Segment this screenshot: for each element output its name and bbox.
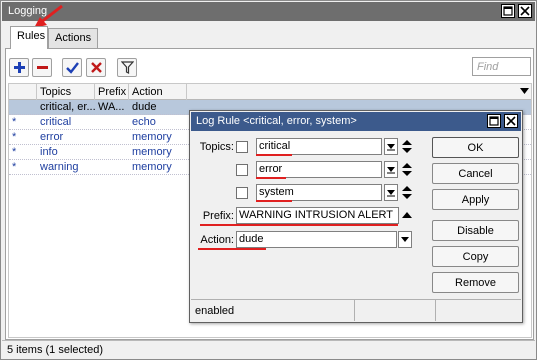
- column-header-topics[interactable]: Topics: [37, 84, 95, 100]
- tab-label: Rules: [17, 30, 46, 42]
- row-marker: *: [12, 161, 17, 173]
- prefix-field[interactable]: WARNING INTRUSION ALERT: [236, 207, 399, 224]
- tab-label: Actions: [55, 32, 92, 44]
- column-header-action[interactable]: Action: [129, 84, 187, 100]
- tab-bar: Rules Actions: [2, 4, 535, 49]
- row-prefix: [95, 160, 129, 175]
- x-icon: [90, 62, 102, 73]
- dialog-status: enabled: [195, 305, 235, 317]
- topics-checkbox[interactable]: [236, 141, 248, 153]
- tab-rules[interactable]: Rules: [10, 26, 48, 49]
- collapse-icon[interactable]: [401, 207, 413, 224]
- log-rule-dialog: Log Rule <critical, error, system> Topic…: [189, 110, 523, 323]
- annotation-underline: [200, 224, 398, 226]
- topics-field[interactable]: critical: [256, 138, 382, 155]
- row-topics: critical, er...: [40, 101, 95, 113]
- row-topics: warning: [40, 161, 79, 173]
- action-select[interactable]: dude: [236, 231, 397, 248]
- row-marker: *: [12, 146, 17, 158]
- column-menu-icon[interactable]: [520, 88, 529, 95]
- row-action: dude: [132, 101, 157, 113]
- action-label: Action:: [200, 234, 234, 246]
- status-divider: [435, 300, 436, 321]
- column-header-prefix[interactable]: Prefix: [95, 84, 129, 100]
- minus-icon: [36, 66, 48, 69]
- add-button[interactable]: [9, 58, 29, 77]
- dropdown-icon[interactable]: [398, 231, 412, 248]
- topics-field[interactable]: system: [256, 184, 382, 201]
- row-topics: info: [40, 146, 58, 158]
- topics-checkbox[interactable]: [236, 164, 248, 176]
- remove-button[interactable]: [32, 58, 52, 77]
- table-header: Topics Prefix Action: [9, 84, 531, 100]
- row-action: memory: [132, 146, 172, 158]
- cancel-button[interactable]: Cancel: [432, 163, 519, 184]
- topics-label: Topics:: [199, 141, 234, 153]
- dialog-maximize-icon[interactable]: [487, 114, 501, 128]
- row-topics: critical: [40, 116, 72, 128]
- copy-button[interactable]: Copy: [432, 246, 519, 267]
- plus-icon: [13, 62, 25, 73]
- column-header-marker[interactable]: [9, 84, 37, 100]
- filter-icon: [120, 61, 134, 74]
- up-down-icon[interactable]: [401, 184, 413, 201]
- dialog-titlebar[interactable]: Log Rule <critical, error, system>: [191, 112, 521, 131]
- dropdown-icon[interactable]: [384, 184, 398, 201]
- status-bar: 5 items (1 selected): [2, 340, 535, 359]
- dropdown-icon[interactable]: [384, 161, 398, 178]
- row-marker: *: [12, 131, 17, 143]
- annotation-underline: [256, 154, 292, 156]
- checkmark-icon: [65, 62, 79, 74]
- row-marker: [9, 100, 37, 115]
- row-action: memory: [132, 161, 172, 173]
- row-prefix: [95, 115, 129, 130]
- annotation-underline: [256, 200, 292, 202]
- dialog-close-icon[interactable]: [504, 114, 518, 128]
- dialog-status-bar: enabled: [191, 299, 521, 321]
- window-titlebar[interactable]: Logging: [2, 2, 535, 21]
- annotation-underline: [198, 248, 266, 250]
- up-down-icon[interactable]: [401, 138, 413, 155]
- filter-button[interactable]: [117, 58, 137, 77]
- status-divider: [354, 300, 355, 321]
- ok-button[interactable]: OK: [432, 137, 519, 158]
- annotation-underline: [256, 177, 286, 179]
- row-prefix: WA...: [98, 101, 125, 113]
- row-topics: error: [40, 131, 64, 143]
- row-action: memory: [132, 131, 172, 143]
- topics-checkbox[interactable]: [236, 187, 248, 199]
- maximize-icon[interactable]: [501, 4, 515, 18]
- disable-button[interactable]: [86, 58, 106, 77]
- row-prefix: [95, 145, 129, 160]
- enable-button[interactable]: [62, 58, 82, 77]
- dialog-title: Log Rule <critical, error, system>: [196, 115, 357, 127]
- close-icon[interactable]: [518, 4, 532, 18]
- prefix-label: Prefix:: [202, 210, 234, 222]
- remove-button[interactable]: Remove: [432, 272, 519, 293]
- apply-button[interactable]: Apply: [432, 189, 519, 210]
- find-input[interactable]: Find: [472, 57, 531, 76]
- row-prefix: [95, 130, 129, 145]
- dropdown-icon[interactable]: [384, 138, 398, 155]
- topics-field[interactable]: error: [256, 161, 382, 178]
- up-down-icon[interactable]: [401, 161, 413, 178]
- disable-button[interactable]: Disable: [432, 220, 519, 241]
- row-marker: *: [12, 116, 17, 128]
- row-action: echo: [132, 116, 156, 128]
